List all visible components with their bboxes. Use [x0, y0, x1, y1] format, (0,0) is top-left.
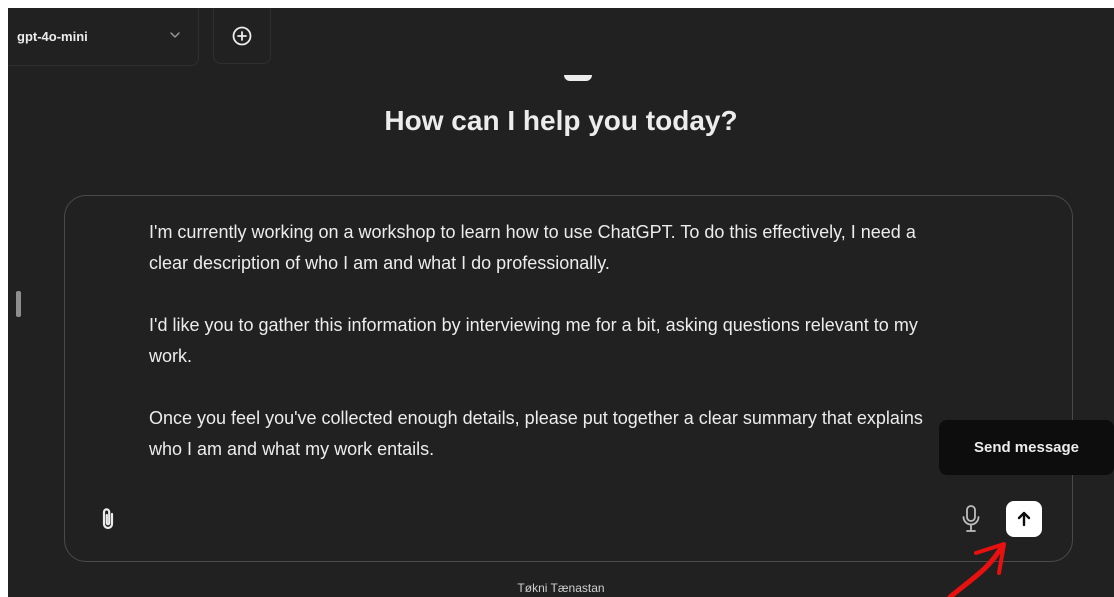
microphone-icon[interactable] [960, 503, 982, 535]
plus-circle-icon [232, 26, 252, 45]
prompt-paragraph: Once you feel you've collected enough de… [149, 408, 923, 459]
sidebar-toggle-handle[interactable] [16, 291, 21, 317]
arrow-up-icon [1017, 511, 1031, 527]
chevron-down-icon [170, 32, 180, 38]
message-composer[interactable]: I'm currently working on a workshop to l… [64, 195, 1073, 562]
new-chat-button[interactable] [213, 8, 271, 64]
send-button[interactable] [1006, 501, 1042, 537]
model-name: gpt-4o-mini [17, 29, 88, 44]
prompt-input[interactable]: I'm currently working on a workshop to l… [149, 217, 949, 465]
model-selector[interactable]: gpt-4o-mini [8, 8, 199, 66]
chat-app-window: gpt-4o-mini How can I help you today? I'… [8, 8, 1114, 597]
prompt-paragraph: I'd like you to gather this information … [149, 315, 918, 366]
footer-text: Tøkni Tænastan [517, 581, 605, 595]
paperclip-icon[interactable] [97, 506, 119, 532]
send-message-tooltip: Send message [939, 420, 1114, 475]
assistant-logo-icon [564, 75, 592, 81]
page-title: How can I help you today? [384, 105, 738, 136]
prompt-paragraph: I'm currently working on a workshop to l… [149, 222, 916, 273]
